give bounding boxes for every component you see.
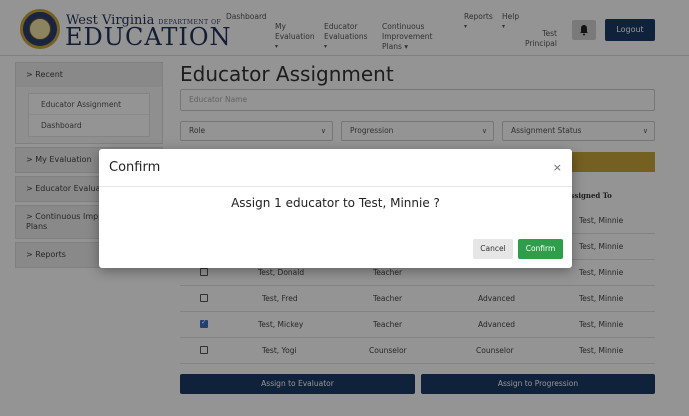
- close-icon[interactable]: ×: [553, 161, 562, 174]
- confirm-dialog-header: Confirm ×: [99, 149, 572, 187]
- dialog-title: Confirm: [109, 160, 161, 175]
- confirm-dialog: Confirm × Assign 1 educator to Test, Min…: [99, 149, 572, 268]
- confirm-button[interactable]: Confirm: [518, 239, 563, 259]
- dialog-message: Assign 1 educator to Test, Minnie ?: [231, 196, 440, 210]
- cancel-button[interactable]: Cancel: [473, 239, 513, 259]
